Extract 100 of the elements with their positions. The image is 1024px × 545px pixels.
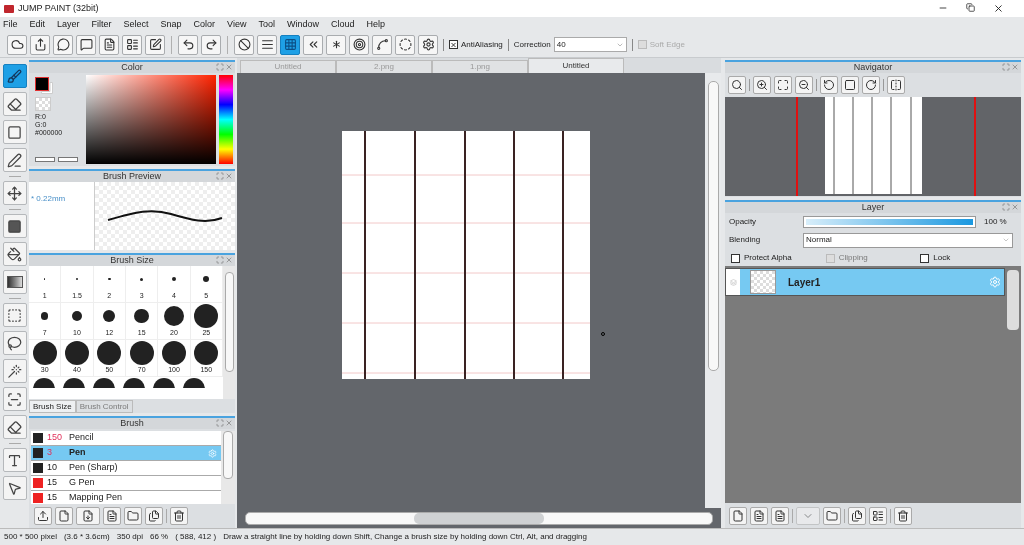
opacity-label: Opacity bbox=[729, 215, 758, 228]
pen-line-button[interactable] bbox=[2, 148, 27, 172]
magic-wand-button[interactable] bbox=[2, 359, 27, 383]
copy-button[interactable] bbox=[145, 507, 163, 525]
filled-square-button[interactable] bbox=[2, 214, 27, 238]
delete-button[interactable] bbox=[894, 506, 912, 525]
radial-lines-button[interactable] bbox=[326, 34, 346, 55]
panel-title: Brush Preview bbox=[103, 172, 161, 181]
page-menu-button[interactable] bbox=[76, 507, 100, 525]
settings-icon bbox=[421, 38, 435, 51]
color-picker-area[interactable] bbox=[86, 75, 216, 164]
folder-button[interactable] bbox=[124, 507, 142, 525]
menu-item[interactable]: Window bbox=[287, 17, 319, 32]
hue-strip[interactable] bbox=[219, 75, 233, 164]
menu-item[interactable]: File bbox=[3, 17, 18, 32]
document-tab[interactable]: Untitled bbox=[528, 58, 624, 73]
zoom-out-icon bbox=[798, 79, 810, 91]
redo-button[interactable] bbox=[201, 34, 221, 55]
export-button[interactable] bbox=[30, 34, 50, 55]
no-ruler-button[interactable] bbox=[234, 34, 254, 55]
menu-item[interactable]: Cloud bbox=[331, 17, 355, 32]
merge-button[interactable] bbox=[869, 506, 887, 525]
correction-dropdown[interactable]: 40 bbox=[553, 37, 627, 52]
circle-button[interactable] bbox=[395, 34, 415, 55]
copy-button[interactable] bbox=[848, 506, 866, 525]
edit-button[interactable] bbox=[145, 34, 165, 55]
document-button[interactable] bbox=[103, 507, 121, 525]
rectangle-button[interactable] bbox=[2, 120, 27, 144]
brush-button[interactable] bbox=[2, 64, 27, 88]
curve-button[interactable] bbox=[372, 34, 392, 55]
menu-item[interactable]: Tool bbox=[258, 17, 275, 32]
settings-button[interactable] bbox=[418, 34, 438, 55]
document-button[interactable] bbox=[771, 506, 789, 525]
panel-tab[interactable]: Brush Size bbox=[29, 400, 76, 413]
new-page-button[interactable] bbox=[750, 506, 768, 525]
undo-button[interactable] bbox=[178, 34, 198, 55]
lasso-button[interactable] bbox=[2, 331, 27, 355]
upload-button[interactable] bbox=[34, 507, 52, 525]
grid-button[interactable] bbox=[280, 34, 300, 55]
menu-item[interactable]: Color bbox=[193, 17, 216, 32]
zoom-out-button[interactable] bbox=[795, 76, 813, 94]
menu-item[interactable]: Layer bbox=[57, 17, 80, 32]
eraser-button[interactable] bbox=[2, 92, 27, 116]
cloud-button[interactable] bbox=[7, 34, 27, 55]
small-button[interactable] bbox=[58, 157, 78, 162]
speech-bubble-button[interactable] bbox=[53, 34, 73, 55]
scrollbar[interactable] bbox=[221, 431, 235, 504]
reset-rotation-button[interactable] bbox=[841, 76, 859, 94]
flip-button[interactable] bbox=[887, 76, 905, 94]
zoom-in-button[interactable] bbox=[753, 76, 771, 94]
menu-item[interactable]: Edit bbox=[29, 17, 46, 32]
rotate-left-button[interactable] bbox=[820, 76, 838, 94]
brush-item[interactable]: 15 G Pen bbox=[31, 476, 221, 491]
selection-eraser-button[interactable] bbox=[2, 415, 27, 439]
transparent-swatch[interactable] bbox=[35, 97, 51, 111]
menu-item[interactable]: Filter bbox=[91, 17, 112, 32]
layer-name: Layer1 bbox=[788, 275, 822, 290]
small-button[interactable] bbox=[35, 157, 55, 162]
scrollbar[interactable] bbox=[237, 508, 721, 528]
restore-icon[interactable] bbox=[966, 3, 975, 12]
concentric-circles-button[interactable] bbox=[349, 34, 369, 55]
checkbox[interactable] bbox=[920, 253, 930, 263]
brush-item[interactable]: 10 Pen (Sharp) bbox=[31, 461, 221, 476]
gradient-button[interactable] bbox=[2, 270, 27, 294]
new-layer-button[interactable] bbox=[729, 506, 747, 525]
selection-pen-button[interactable] bbox=[2, 387, 27, 411]
parallel-lines-button[interactable] bbox=[257, 34, 277, 55]
cloud-icon bbox=[10, 38, 24, 51]
text-tool-button[interactable] bbox=[2, 448, 27, 472]
menu-item[interactable]: Help bbox=[366, 17, 386, 32]
layout-button[interactable] bbox=[122, 34, 142, 55]
delete-button[interactable] bbox=[170, 507, 188, 525]
blending-dropdown[interactable]: Normal bbox=[803, 232, 1013, 248]
document-icon bbox=[102, 38, 116, 51]
message-button[interactable] bbox=[76, 34, 96, 55]
brush-item[interactable]: 3 Pen bbox=[31, 446, 221, 461]
undo-icon bbox=[181, 38, 195, 51]
scrollbar[interactable] bbox=[223, 266, 235, 399]
move-button[interactable] bbox=[2, 181, 27, 205]
actual-size-button[interactable] bbox=[728, 76, 746, 94]
brush-item[interactable]: 150 Pencil bbox=[31, 431, 221, 446]
background-color-swatch[interactable] bbox=[41, 82, 53, 94]
perspective-button[interactable] bbox=[303, 34, 323, 55]
menu-item[interactable]: View bbox=[227, 17, 247, 32]
menu-item[interactable]: Select bbox=[123, 17, 149, 32]
checkbox[interactable] bbox=[449, 40, 458, 49]
folder-button[interactable] bbox=[823, 506, 841, 525]
flip-icon bbox=[890, 79, 902, 91]
paint-bucket-button[interactable] bbox=[2, 242, 27, 266]
rotate-right-button[interactable] bbox=[862, 76, 880, 94]
canvas-drawing[interactable] bbox=[342, 131, 590, 379]
close-icon[interactable] bbox=[993, 3, 1004, 14]
pointer-button[interactable] bbox=[2, 476, 27, 500]
document-button[interactable] bbox=[99, 34, 119, 55]
checkbox[interactable] bbox=[731, 253, 740, 263]
menu-item[interactable]: Snap bbox=[160, 17, 182, 32]
fit-screen-button[interactable] bbox=[774, 76, 792, 94]
magic-wand-icon bbox=[7, 363, 22, 379]
brush-name: Pen bbox=[69, 446, 87, 460]
foreground-color-swatch[interactable] bbox=[35, 77, 49, 91]
